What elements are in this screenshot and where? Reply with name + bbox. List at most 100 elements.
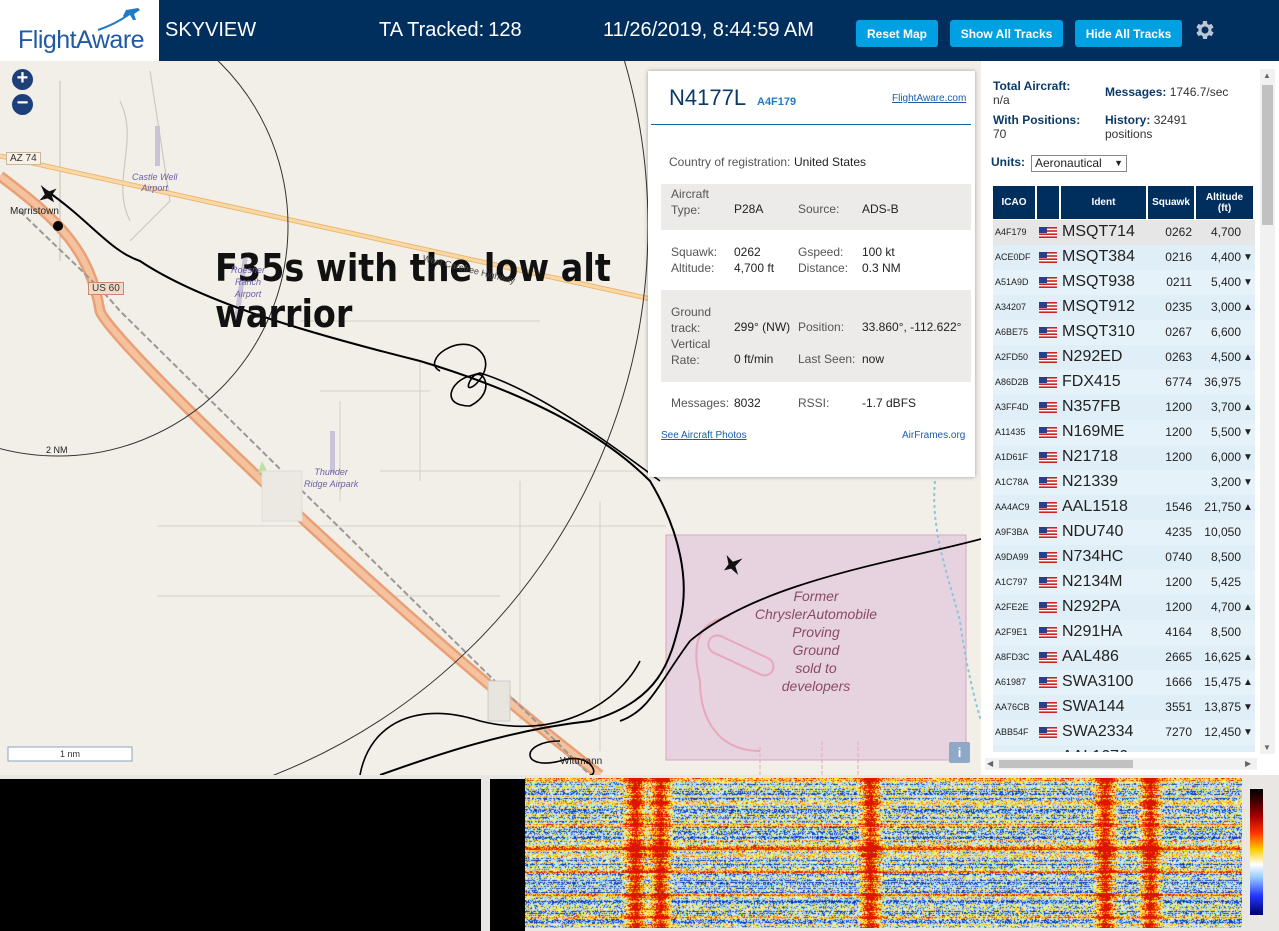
icao-cell: A9F3BA: [995, 527, 1029, 537]
aircraft-photos-link[interactable]: See Aircraft Photos: [661, 430, 747, 441]
us-flag-icon: [1039, 377, 1057, 388]
airframes-link[interactable]: AirFrames.org: [902, 430, 965, 441]
last-seen-label: Last Seen:: [798, 352, 856, 366]
scroll-down-icon[interactable]: ▼: [1263, 743, 1271, 752]
area-label-line: developers: [781, 678, 851, 694]
column-icao[interactable]: ICAO: [993, 186, 1035, 219]
table-row[interactable]: A2FD50 N292ED 0263 4,500 ▲: [993, 345, 1255, 370]
us-flag-icon: [1039, 252, 1057, 263]
tracked-count: TA Tracked: 128: [379, 19, 522, 42]
table-row[interactable]: AA4AC9 AAL1518 1546 21,750 ▲: [993, 495, 1255, 520]
icao-cell: A6BE75: [995, 327, 1029, 337]
tracked-value: 128: [488, 19, 522, 41]
clock: 11/26/2019, 8:44:59 AM: [603, 19, 814, 41]
table-row[interactable]: A4F179 MSQT714 0262 4,700: [993, 220, 1255, 245]
squawk-cell: 0267: [1165, 325, 1192, 339]
table-row[interactable]: A9DA99 N734HC 0740 8,500: [993, 545, 1255, 570]
scroll-right-icon[interactable]: ▶: [1245, 759, 1251, 768]
gear-icon[interactable]: [1192, 18, 1216, 42]
units-label: Units:: [991, 155, 1025, 169]
table-row[interactable]: ACE0DF MSQT384 0216 4,400 ▼: [993, 245, 1255, 270]
icao-cell: A1D61F: [995, 452, 1029, 462]
trend-cell: [1243, 745, 1255, 752]
ident-cell: NDU740: [1062, 523, 1124, 540]
place-label-morristown: Morristown: [10, 206, 59, 217]
table-row[interactable]: A1C78A N21339 3,200 ▼: [993, 470, 1255, 495]
area-label-line: Ground: [792, 642, 840, 658]
ident-cell: N21339: [1062, 473, 1119, 490]
table-row[interactable]: A8FD3C AAL486 2665 16,625 ▲: [993, 645, 1255, 670]
column-flag[interactable]: [1037, 186, 1059, 219]
messages-label: Messages:: [671, 396, 730, 410]
country-label: Country of registration:: [669, 155, 791, 169]
info-button[interactable]: i: [949, 742, 970, 763]
hide-all-tracks-button[interactable]: Hide All Tracks: [1075, 20, 1182, 47]
table-row[interactable]: A34207 MSQT912 0235 3,000 ▲: [993, 295, 1255, 320]
trend-cell: [1243, 545, 1255, 569]
scroll-up-icon[interactable]: ▲: [1263, 71, 1271, 80]
icao-cell: A1C797: [995, 577, 1028, 587]
history-label: History:: [1105, 113, 1151, 127]
table-vertical-scrollbar[interactable]: ▲ ▼: [1260, 69, 1275, 754]
us-flag-icon: [1039, 627, 1057, 638]
show-all-tracks-button[interactable]: Show All Tracks: [950, 20, 1063, 47]
table-row[interactable]: A61987 SWA3100 1666 15,475 ▲: [993, 670, 1255, 695]
table-row[interactable]: A11435 N169ME 1200 5,500 ▼: [993, 420, 1255, 445]
trend-cell: ▼: [1243, 726, 1253, 738]
annotation-line-1: F35s with the low alt: [215, 246, 611, 290]
scroll-h-thumb[interactable]: [999, 760, 1133, 768]
column-altitude[interactable]: Altitude (ft): [1196, 186, 1253, 219]
flightaware-logo[interactable]: FlightAware: [0, 0, 159, 61]
with-positions: With Positions: 70: [993, 113, 1080, 141]
flightaware-link[interactable]: FlightAware.com: [892, 93, 966, 104]
ident-cell: MSQT938: [1062, 273, 1135, 290]
ident-cell: SWA2334: [1062, 723, 1134, 740]
reset-map-button[interactable]: Reset Map: [856, 20, 938, 47]
position-value: 33.860°, -112.622°: [862, 320, 962, 334]
sidebar: Total Aircraft: n/a Messages: 1746.7/sec…: [981, 61, 1279, 775]
units-select[interactable]: Aeronautical ▼: [1031, 155, 1127, 172]
airport-label-roesner: Roesner Ranch Airport: [231, 264, 265, 300]
icao-cell: A34207: [995, 302, 1027, 312]
trend-cell: ▼: [1243, 476, 1253, 488]
altitude-cell: 6,600: [1210, 325, 1241, 339]
distance-value: 0.3 NM: [862, 261, 901, 275]
table-row[interactable]: ABB54F SWA2334 7270 12,450 ▼: [993, 720, 1255, 745]
scroll-thumb[interactable]: [1262, 85, 1273, 225]
with-positions-label: With Positions:: [993, 113, 1081, 127]
table-horizontal-scrollbar[interactable]: ◀ ▶: [985, 758, 1257, 770]
table-row[interactable]: A2F9E1 N291HA 4164 8,500: [993, 620, 1255, 645]
annotation-line-2: warrior: [215, 292, 353, 336]
table-row[interactable]: A86D2B FDX415 6774 36,975: [993, 370, 1255, 395]
table-row[interactable]: AA76CB SWA144 3551 13,875 ▼: [993, 695, 1255, 720]
units-select-value: Aeronautical: [1035, 156, 1102, 170]
type-label-line: Type:: [671, 203, 701, 217]
us-flag-icon: [1039, 677, 1057, 688]
tracked-label: TA Tracked:: [379, 19, 485, 41]
scroll-left-icon[interactable]: ◀: [987, 759, 993, 768]
table-row[interactable]: A9F3BA NDU740 4235 10,050: [993, 520, 1255, 545]
vertical-rate-label-line: Vertical: [671, 337, 711, 351]
squawk-cell: 0216: [1165, 250, 1192, 264]
squawk-cell: 4164: [1165, 625, 1192, 639]
table-row[interactable]: A3B4DC AAL1676131129,000: [993, 745, 1255, 752]
table-row[interactable]: A51A9D MSQT938 0211 5,400 ▼: [993, 270, 1255, 295]
column-ident[interactable]: Ident: [1061, 186, 1146, 219]
squawk-cell: 1200: [1165, 425, 1192, 439]
table-row[interactable]: A1D61F N21718 1200 6,000 ▼: [993, 445, 1255, 470]
zoom-out-button[interactable]: −: [12, 93, 33, 115]
icao-cell: A61987: [995, 677, 1027, 687]
ident-cell: N292PA: [1062, 598, 1121, 615]
airport-label-line: Thunder: [314, 467, 348, 477]
column-altitude-line: (ft): [1217, 202, 1232, 214]
table-row[interactable]: A1C797 N2134M 1200 5,425: [993, 570, 1255, 595]
popup-hex: A4F179: [757, 96, 797, 108]
logo-text: FlightAware: [18, 26, 145, 54]
table-row[interactable]: A6BE75 MSQT310 0267 6,600: [993, 320, 1255, 345]
table-row[interactable]: A3FF4D N357FB 1200 3,700 ▲: [993, 395, 1255, 420]
table-row[interactable]: A2FE2E N292PA 1200 4,700 ▲: [993, 595, 1255, 620]
total-aircraft-value: n/a: [993, 93, 1010, 107]
range-ring-label: 2 NM: [46, 445, 68, 455]
zoom-in-button[interactable]: +: [12, 68, 33, 90]
column-squawk[interactable]: Squawk: [1148, 186, 1194, 219]
